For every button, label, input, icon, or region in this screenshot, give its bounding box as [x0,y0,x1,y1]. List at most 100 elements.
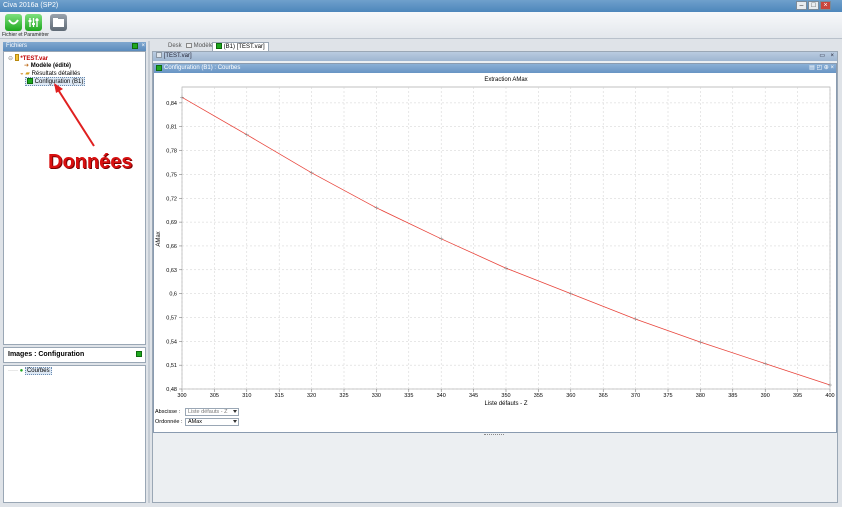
x-tick-label: 390 [761,393,770,399]
x-tick-label: 320 [307,393,316,399]
tree-label: Courbes [24,367,52,375]
y-tick-label: 0,54 [166,339,177,345]
x-tick-label: 340 [437,393,446,399]
parameters-button[interactable] [25,14,42,31]
chart-window-icon [156,65,162,71]
close-icon[interactable]: × [830,52,834,61]
maximize-button[interactable]: □ [808,1,819,10]
model-icon: ➜ [24,63,30,69]
plot-area: 300 305 310 315 320 325 330 335 340 345 350 355 360 3… [166,86,835,399]
chart-window-header: Configuration (B1) : Courbes ▤ ◰ ⊕ × [154,64,836,73]
y-tick-label: 0,63 [166,268,177,274]
tree-item-model[interactable]: ➜ Modèle (édité) [24,62,71,69]
configuration-tab-icon [216,43,222,49]
tab-label: Modèle [193,43,214,49]
file-button[interactable] [5,14,22,31]
results-icon: ◒ [20,71,24,77]
x-tick-label: 350 [501,393,510,399]
close-button[interactable]: × [820,1,831,10]
y-tick-label: 0,66 [166,244,177,250]
abscisse-label: Abscisse : [155,409,181,415]
y-tick-label: 0,51 [166,363,177,369]
tree-item-test-var[interactable]: ⊖ *TEST.var [8,54,48,62]
tree-item-results[interactable]: ◒ ▰ Résultats détaillés [20,70,80,77]
sliders-icon [28,18,39,27]
x-tick-label: 375 [663,393,672,399]
x-tick-label: 330 [372,393,381,399]
x-tick-label: 305 [210,393,219,399]
file-icon [14,54,19,61]
document-icon [156,52,162,58]
curve-icon: ● [19,368,24,374]
y-tick-label: 0,81 [166,125,177,131]
x-tick-label: 315 [275,393,284,399]
document-window-title: [TEST.var] [163,53,192,59]
annotation-arrow [54,83,95,147]
toolbar-label: Fichier et Paramètrer [2,32,49,38]
abscisse-select[interactable]: Liste défauts - Z [185,408,239,416]
x-tick-label: 395 [793,393,802,399]
tab-configuration[interactable]: (B1) [TEST.var] [212,42,269,51]
open-folder-button[interactable] [50,14,67,31]
images-panel-title: Images : Configuration [8,351,85,358]
tree-line-icon: ····· [8,368,18,374]
x-tick-label: 345 [469,393,478,399]
x-tick-label: 370 [631,393,640,399]
x-tick-label: 325 [339,393,348,399]
x-tick-label: 355 [534,393,543,399]
y-tick-label: 0,78 [166,149,177,155]
x-tick-label: 365 [599,393,608,399]
file-icon [8,19,19,25]
x-tick-label: 400 [825,393,834,399]
restore-icon[interactable]: ▭ [819,52,825,61]
y-tick-label: 0,84 [166,101,177,107]
ordonnee-select[interactable]: AMax [185,418,239,426]
y-tick-label: 0,6 [169,292,177,298]
toolbar: Fichier et Paramètrer [0,12,842,39]
tree-label: Modèle (édité) [30,63,72,69]
collapse-icon[interactable]: ⊖ [8,56,13,62]
files-panel-title: Fichiers [6,43,28,49]
chart-window-title: Configuration (B1) : Courbes [164,65,241,71]
resize-handle[interactable] [484,434,504,436]
x-tick-label: 360 [566,393,575,399]
panel-status-icon [136,351,142,357]
files-panel-header: Fichiers × [3,42,146,51]
x-tick-label: 380 [696,393,705,399]
x-tick-label: 300 [177,393,186,399]
window-controls-icon[interactable]: ▤ ◰ ⊕ × [809,64,834,73]
x-tick-label: 385 [728,393,737,399]
model-tab-icon [186,43,192,48]
window-title: Civa 2016a (SP2) [3,2,59,9]
abscisse-value: Liste défauts - Z [188,409,228,415]
panel-status-icon [132,43,138,49]
minimize-button[interactable]: – [796,1,807,10]
ordonnee-label: Ordonnée : [155,419,183,425]
document-window-header: [TEST.var] ▭ × [153,52,837,61]
panel-close-icon[interactable]: × [141,42,145,51]
y-tick-label: 0,75 [166,172,177,178]
y-tick-label: 0,69 [166,220,177,226]
ordonnee-value: AMax [188,419,203,425]
images-tree: ····· ● Courbes [3,365,146,503]
annotation-label: Données [48,151,133,173]
tab-label: (B1) [TEST.var] [223,44,265,50]
splitter[interactable] [148,41,150,503]
x-tick-label: 335 [404,393,413,399]
y-tick-label: 0,57 [166,315,177,321]
tree-item-courbes[interactable]: ····· ● Courbes [8,367,52,375]
x-axis-label: Liste défauts - Z [484,401,527,407]
title-bar: Civa 2016a (SP2) – □ × [0,0,842,12]
images-panel-header: Images : Configuration [3,347,146,363]
y-tick-label: 0,72 [166,196,177,202]
chart-title: Extraction AMax [484,77,527,83]
tab-desk[interactable]: Desk [165,42,185,51]
chevron-down-icon [233,420,237,423]
configuration-icon [27,78,33,84]
x-tick-label: 310 [242,393,251,399]
chevron-down-icon [233,410,237,413]
line-chart: Extraction AMax Liste défauts - Z AMax 3… [156,77,835,407]
folder-icon [53,18,64,27]
y-axis-label: AMax [156,231,162,246]
y-tick-label: 0,48 [166,387,177,393]
